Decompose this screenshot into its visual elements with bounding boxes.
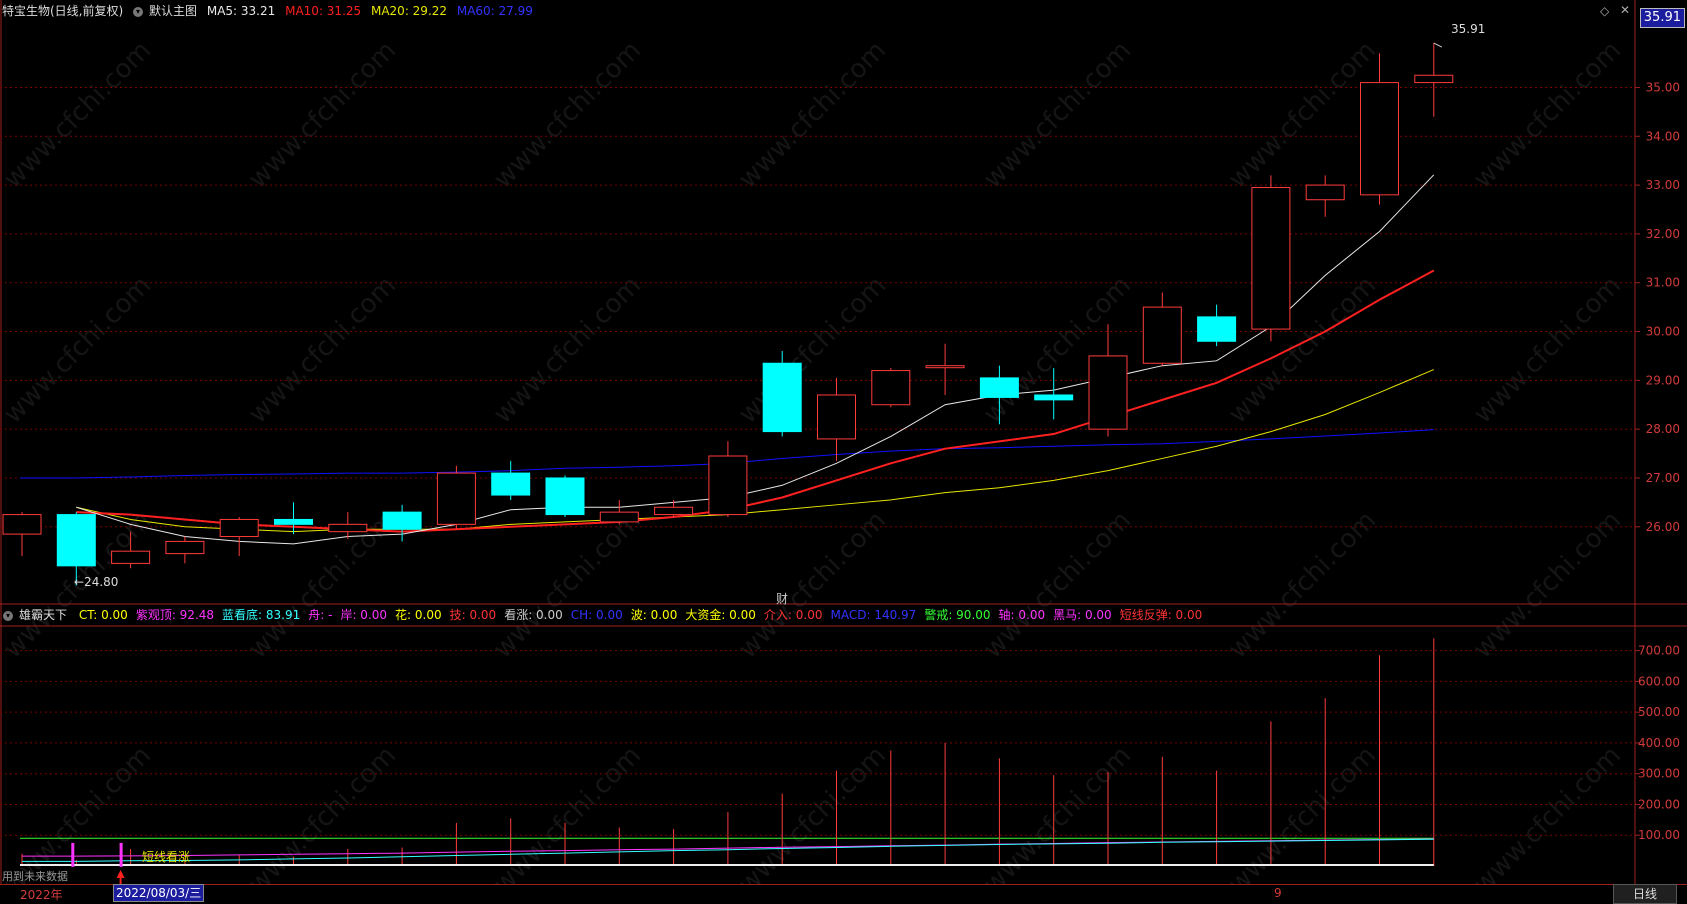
indicator-value: 波: 0.00 <box>630 608 678 622</box>
candle-body-down <box>274 518 313 525</box>
candle-body-up <box>111 550 151 564</box>
period-tab-daily[interactable]: 日线 <box>1613 884 1677 904</box>
indicator-value: 蓝看底: 83.91 <box>222 608 301 622</box>
indicator-tick-label: 600.00 <box>1638 674 1680 688</box>
indicator-value: CH: 0.00 <box>570 608 623 622</box>
candle-body-down <box>1197 316 1237 342</box>
indicator-value: 轴: 0.00 <box>998 608 1046 622</box>
price-tick-label: 32.00 <box>1646 227 1680 241</box>
candle-body-down <box>491 472 531 496</box>
indicator-tick-label: 500.00 <box>1638 705 1680 719</box>
short-term-bullish-signal: 短线看涨 <box>142 850 191 864</box>
candle-body-up <box>599 511 639 523</box>
high-arrow <box>1433 42 1443 48</box>
candle-body-down <box>382 511 422 530</box>
indicator-value: 紫观顶: 92.48 <box>135 608 215 622</box>
ma60-line <box>76 429 1434 479</box>
future-data-warning: 用到未来数据 <box>2 870 68 883</box>
candle-body-up <box>436 472 476 525</box>
candle-body-down <box>762 362 802 433</box>
candle-body-up <box>1142 306 1182 364</box>
signal-marker <box>119 842 123 867</box>
price-tick-label: 28.00 <box>1646 422 1680 436</box>
candle-body-down <box>56 514 96 567</box>
candle-body-up <box>328 523 368 533</box>
indicator-value: 技: 0.00 <box>449 608 497 622</box>
indicator-value: 岸: 0.00 <box>340 608 388 622</box>
price-tick-label: 30.00 <box>1646 325 1680 339</box>
price-tick-label: 35.00 <box>1646 80 1680 94</box>
indicator-header: ▾ 雄霸天下 CT: 0.00 紫观顶: 92.48 蓝看底: 83.91 舟: - 岸:… <box>0 604 1640 626</box>
kline-chart[interactable]: 26.00 27.00 28.00 29.00 30.00 31.00 32.00 33.00… <box>0 0 1687 903</box>
price-tick-label: 31.00 <box>1646 276 1680 290</box>
candle-body-down <box>1034 394 1074 401</box>
indicator-value: MACD: 140.97 <box>830 608 917 622</box>
candle-body-up <box>1414 74 1454 84</box>
indicator-value: 警戒: 90.00 <box>924 608 991 622</box>
indicator-value: 黑马: 0.00 <box>1053 608 1112 622</box>
indicator-tick-label: 300.00 <box>1638 767 1680 781</box>
price-tick-label: 34.00 <box>1646 129 1680 143</box>
candle-body-up <box>925 365 965 369</box>
indicator-menu-icon[interactable]: ▾ <box>3 610 13 621</box>
candle-body-up <box>1360 82 1399 196</box>
candle-body-up <box>2 514 42 535</box>
high-price-label: 35.91 <box>1451 22 1486 36</box>
indicator-value: 大资金: 0.00 <box>685 608 756 622</box>
price-tick-label: 27.00 <box>1646 471 1680 485</box>
price-tick-label: 29.00 <box>1646 373 1680 387</box>
financial-report-marker[interactable]: 财 <box>776 590 788 607</box>
indicator-value: 介入: 0.00 <box>763 608 823 622</box>
candle-body-up <box>871 370 911 406</box>
indicator-tick-label: 100.00 <box>1638 828 1680 842</box>
candle-body-up <box>654 506 694 516</box>
indicator-value: 花: 0.00 <box>395 608 442 622</box>
indicator-tick-label: 700.00 <box>1638 644 1680 658</box>
candle-body-up <box>1305 184 1345 201</box>
candle-body-up <box>1251 187 1291 330</box>
price-tick-label: 26.00 <box>1646 520 1680 534</box>
candle-body-up <box>1088 355 1128 430</box>
candle-body-up <box>708 455 748 516</box>
ma10-line <box>76 269 1435 533</box>
ma5-line <box>76 174 1435 545</box>
indicator-value: CT: 0.00 <box>78 608 128 622</box>
indicator-value: 舟: - <box>308 608 333 622</box>
candle-body-up <box>165 540 205 555</box>
ma20-line <box>76 369 1434 533</box>
cursor-date-box: 2022/08/03/三 <box>113 884 205 902</box>
candle-body-up <box>817 394 856 440</box>
month-label: 9 <box>1274 886 1282 900</box>
indicator-value: 短线反弹: 0.00 <box>1119 608 1203 622</box>
indicator-value: 看涨: 0.00 <box>504 608 563 622</box>
indicator-name[interactable]: 雄霸天下 <box>19 608 67 622</box>
signal-marker <box>71 842 75 867</box>
low-price-label: ←24.80 <box>74 575 119 589</box>
year-label: 2022年 <box>20 888 63 902</box>
candle-body-down <box>545 477 585 516</box>
indicator-tick-label: 400.00 <box>1638 736 1680 750</box>
candle-body-down <box>979 377 1019 398</box>
candle-body-up <box>219 518 259 538</box>
indicator-tick-label: 200.00 <box>1638 797 1680 811</box>
time-axis[interactable] <box>0 884 1687 904</box>
price-tick-label: 33.00 <box>1646 178 1680 192</box>
